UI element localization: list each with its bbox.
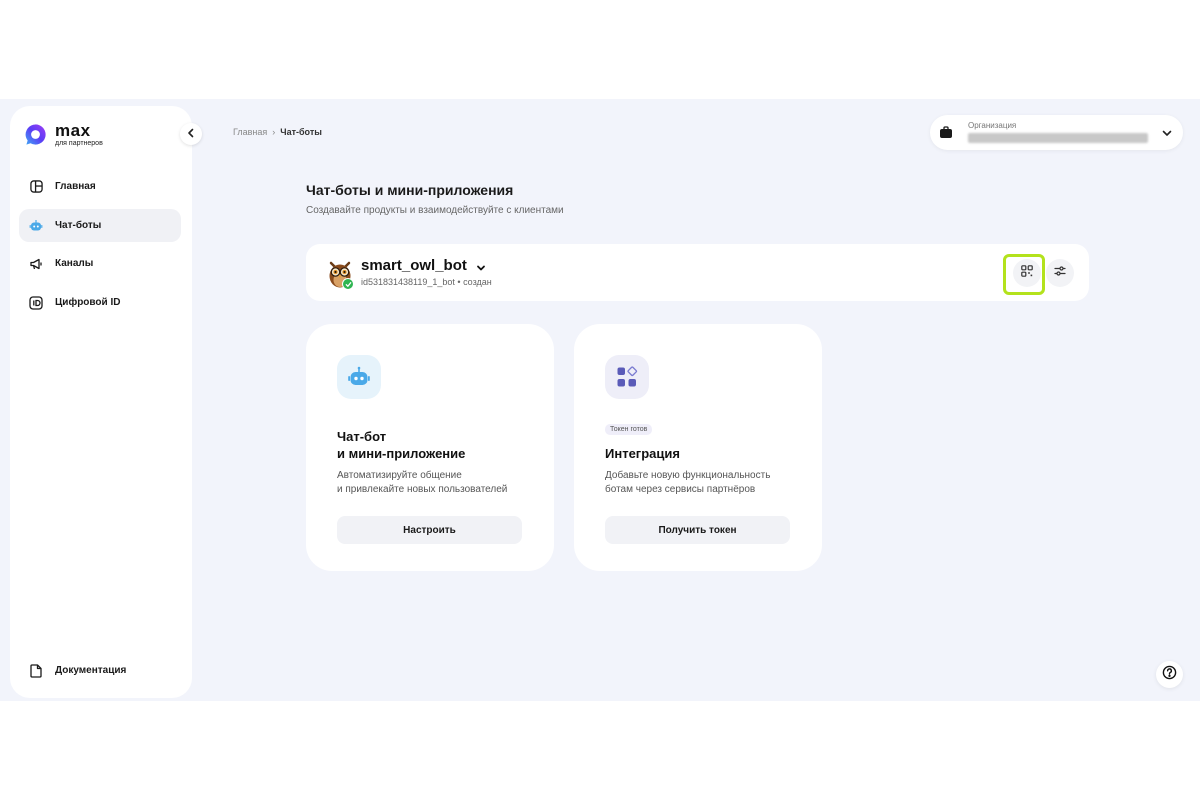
organization-selector[interactable]: Организация [930, 115, 1183, 150]
sidebar-item-chatbots[interactable]: Чат-боты [19, 209, 181, 242]
dashboard-icon [29, 180, 43, 194]
sidebar-item-label: Каналы [55, 258, 94, 269]
page-subtitle: Создавайте продукты и взаимодействуйте с… [306, 205, 564, 216]
configure-button[interactable]: Настроить [337, 516, 522, 544]
card-description-line: ботам через сервисы партнёров [605, 484, 756, 495]
briefcase-icon [939, 126, 953, 139]
card-title-line: Чат-бот [337, 429, 387, 444]
organization-label: Организация [968, 121, 1017, 130]
logo[interactable]: max для партнеров [24, 122, 103, 147]
qr-code-icon [1021, 264, 1033, 282]
card-description-line: Добавьте новую функциональность [605, 470, 771, 481]
bot-name: smart_owl_bot [361, 257, 467, 274]
bot-selector-bar: smart_owl_bot id531831438119_1_bot • соз… [306, 244, 1089, 301]
app-shell: max для партнеров Главная Чат-боты Канал… [0, 99, 1200, 701]
sidebar: max для партнеров Главная Чат-боты Канал… [10, 106, 192, 698]
card-title: Интеграция [605, 446, 680, 461]
card-description-line: и привлекайте новых пользователей [337, 484, 508, 495]
logo-subtitle: для партнеров [55, 140, 103, 147]
sidebar-item-label: Документация [55, 665, 127, 676]
megaphone-icon [29, 257, 43, 271]
bot-switch-chevron-down-icon[interactable] [475, 261, 487, 273]
get-token-button[interactable]: Получить токен [605, 516, 790, 544]
sidebar-item-channels[interactable]: Каналы [19, 247, 181, 280]
page-title: Чат-боты и мини-приложения [306, 182, 514, 198]
robot-icon [337, 355, 381, 399]
qr-code-button[interactable] [1013, 259, 1041, 287]
logo-name: max [55, 121, 91, 140]
integration-card: Токен готов Интеграция Добавьте новую фу… [574, 324, 822, 571]
breadcrumb: Главная › Чат-боты [233, 127, 322, 137]
sidebar-item-home[interactable]: Главная [19, 170, 181, 203]
card-title-line: и мини-приложение [337, 446, 466, 461]
sliders-icon [1054, 264, 1066, 282]
sidebar-item-label: Главная [55, 181, 96, 192]
card-description: Добавьте новую функциональность ботам че… [605, 469, 770, 497]
sidebar-item-documentation[interactable]: Документация [19, 654, 181, 687]
help-question-icon [1162, 665, 1177, 685]
chevron-down-icon [1160, 126, 1174, 140]
document-icon [29, 663, 43, 678]
chevron-left-icon [186, 125, 196, 143]
sidebar-item-label: Цифровой ID [55, 297, 121, 308]
breadcrumb-separator: › [272, 127, 276, 137]
sidebar-item-label: Чат-боты [55, 220, 102, 231]
collapse-sidebar-button[interactable] [180, 123, 202, 145]
settings-button[interactable] [1046, 259, 1074, 287]
card-title: Чат-бот и мини-приложение [337, 428, 465, 462]
verified-check-icon [342, 278, 354, 290]
sidebar-item-digital-id[interactable]: Цифровой ID [19, 286, 181, 319]
breadcrumb-current: Чат-боты [280, 127, 322, 137]
organization-name-redacted [968, 133, 1148, 143]
max-logo-icon [24, 123, 47, 146]
help-button[interactable] [1156, 661, 1183, 688]
token-ready-badge: Токен готов [605, 424, 653, 435]
chatbot-card: Чат-бот и мини-приложение Автоматизируйт… [306, 324, 554, 571]
apps-grid-icon [605, 355, 649, 399]
card-description-line: Автоматизируйте общение [337, 470, 462, 481]
id-icon [29, 295, 43, 310]
robot-icon [29, 219, 43, 233]
breadcrumb-home[interactable]: Главная [233, 127, 267, 137]
card-description: Автоматизируйте общение и привлекайте но… [337, 469, 507, 497]
bot-id-status: id531831438119_1_bot • создан [361, 277, 492, 287]
